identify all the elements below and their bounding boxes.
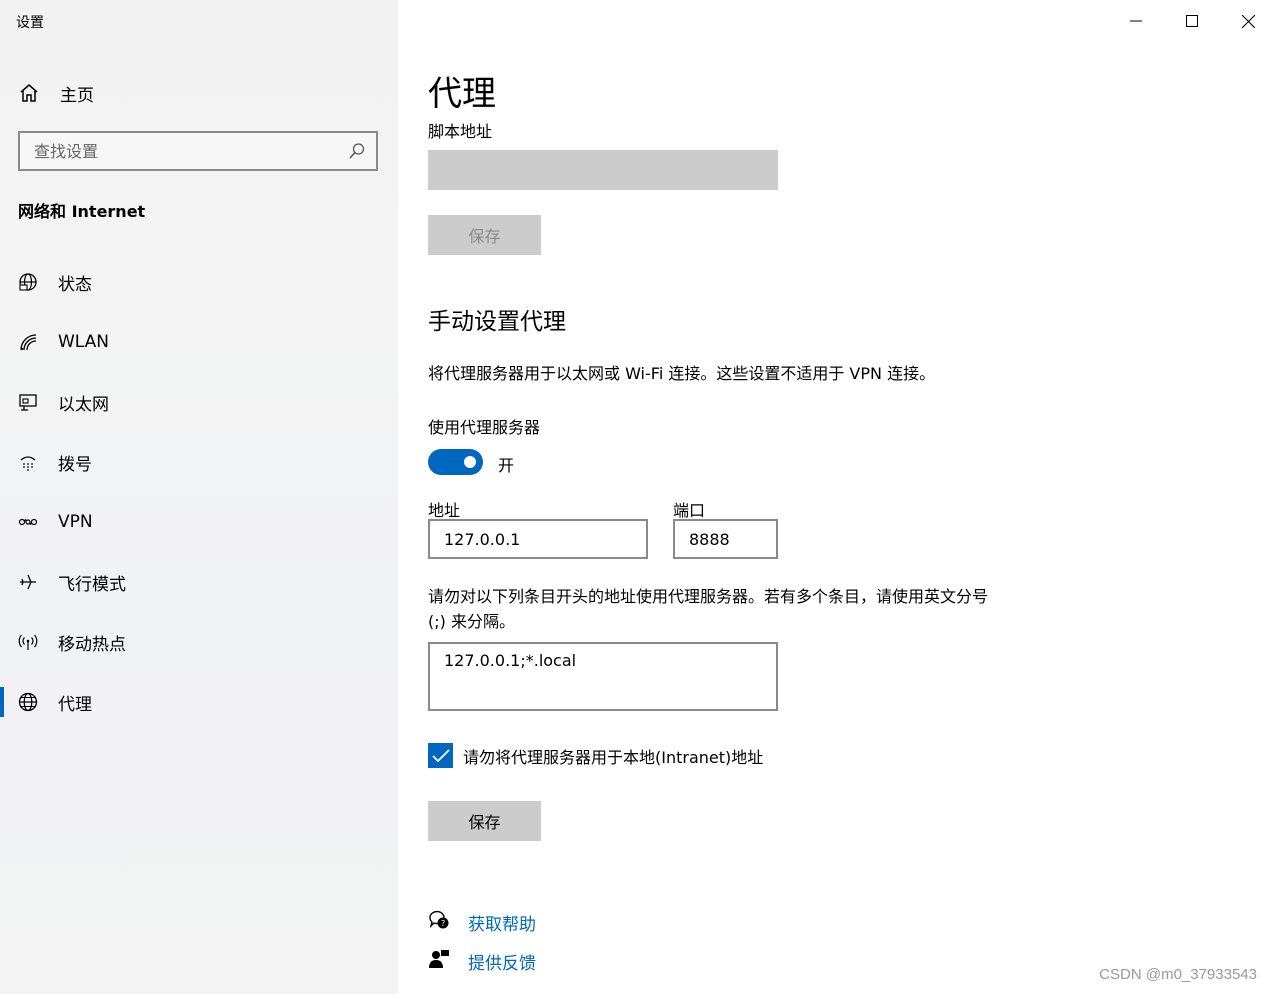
get-help-link[interactable]: 获取帮助	[468, 910, 536, 935]
port-label: 端口	[673, 501, 706, 520]
watermark: CSDN @m0_37933543	[1099, 966, 1257, 983]
manual-proxy-description: 将代理服务器用于以太网或 Wi-Fi 连接。这些设置不适用于 VPN 连接。	[428, 364, 936, 383]
bypass-local-checkbox[interactable]	[428, 743, 453, 768]
sidebar-item-vpn[interactable]: VPN	[0, 502, 398, 542]
svg-text:?: ?	[441, 919, 445, 928]
close-icon	[1241, 14, 1255, 28]
minimize-button[interactable]	[1116, 6, 1156, 36]
close-button[interactable]	[1228, 6, 1268, 36]
use-proxy-toggle[interactable]	[428, 449, 483, 475]
sidebar-item-ethernet[interactable]: 以太网	[0, 382, 398, 422]
ethernet-icon	[19, 394, 37, 411]
manual-proxy-heading: 手动设置代理	[428, 309, 566, 335]
search-box[interactable]	[18, 131, 378, 171]
help-chat-icon: ?	[429, 910, 449, 929]
search-input[interactable]	[20, 133, 340, 169]
sidebar-item-wlan[interactable]: WLAN	[0, 322, 398, 362]
sidebar-item-dialup[interactable]: 拨号	[0, 442, 398, 482]
script-address-label: 脚本地址	[428, 122, 493, 141]
sidebar-item-label: 移动热点	[58, 634, 126, 655]
address-input[interactable]	[428, 519, 648, 559]
script-save-button[interactable]: 保存	[428, 215, 541, 255]
toggle-knob	[464, 456, 476, 468]
sidebar: 设置 主页 网络和 Internet 状态 WLAN 以太网 拨号 VPN 飞行…	[0, 0, 398, 994]
toggle-state-label: 开	[498, 456, 515, 475]
feedback-icon	[429, 950, 449, 968]
sidebar-item-label: VPN	[58, 512, 93, 532]
exceptions-description: 请勿对以下列条目开头的地址使用代理服务器。若有多个条目，请使用英文分号 (;) …	[428, 587, 989, 631]
hotspot-icon	[18, 634, 38, 650]
sidebar-item-status[interactable]: 状态	[0, 262, 398, 302]
globe-status-icon	[19, 273, 37, 291]
sidebar-item-hotspot[interactable]: 移动热点	[0, 622, 398, 662]
app-title: 设置	[16, 15, 44, 31]
minimize-icon	[1130, 20, 1142, 22]
save-button[interactable]: 保存	[428, 801, 541, 841]
section-title: 网络和 Internet	[18, 202, 146, 221]
home-icon	[20, 84, 38, 102]
sidebar-item-label: WLAN	[58, 332, 110, 352]
vpn-icon	[18, 518, 38, 526]
sidebar-item-label: 状态	[58, 274, 92, 295]
home-nav-item[interactable]: 主页	[18, 78, 94, 108]
give-feedback-link[interactable]: 提供反馈	[468, 949, 536, 974]
page-title: 代理	[428, 74, 496, 114]
sidebar-item-label: 代理	[58, 694, 92, 715]
sidebar-item-airplane[interactable]: 飞行模式	[0, 562, 398, 602]
exceptions-textarea[interactable]: 127.0.0.1;*.local	[428, 642, 778, 711]
home-label: 主页	[60, 85, 94, 106]
search-icon[interactable]	[348, 142, 366, 160]
checkmark-icon	[431, 748, 450, 762]
airplane-icon	[20, 574, 36, 590]
sidebar-item-label: 以太网	[58, 394, 109, 415]
sidebar-item-label: 飞行模式	[58, 574, 126, 595]
dialup-icon	[20, 456, 36, 471]
main-content: 代理 脚本地址 保存 手动设置代理 将代理服务器用于以太网或 Wi-Fi 连接。…	[398, 0, 1271, 994]
address-label: 地址	[428, 501, 461, 520]
bypass-local-label[interactable]: 请勿将代理服务器用于本地(Intranet)地址	[463, 744, 763, 768]
sidebar-item-proxy[interactable]: 代理	[0, 682, 398, 722]
maximize-button[interactable]	[1172, 6, 1212, 36]
script-address-input[interactable]	[428, 150, 778, 190]
globe-icon	[18, 692, 38, 712]
wifi-icon	[20, 334, 37, 351]
use-proxy-label: 使用代理服务器	[428, 418, 541, 437]
port-input[interactable]	[673, 519, 778, 559]
sidebar-item-label: 拨号	[58, 454, 92, 475]
maximize-icon	[1186, 15, 1198, 27]
